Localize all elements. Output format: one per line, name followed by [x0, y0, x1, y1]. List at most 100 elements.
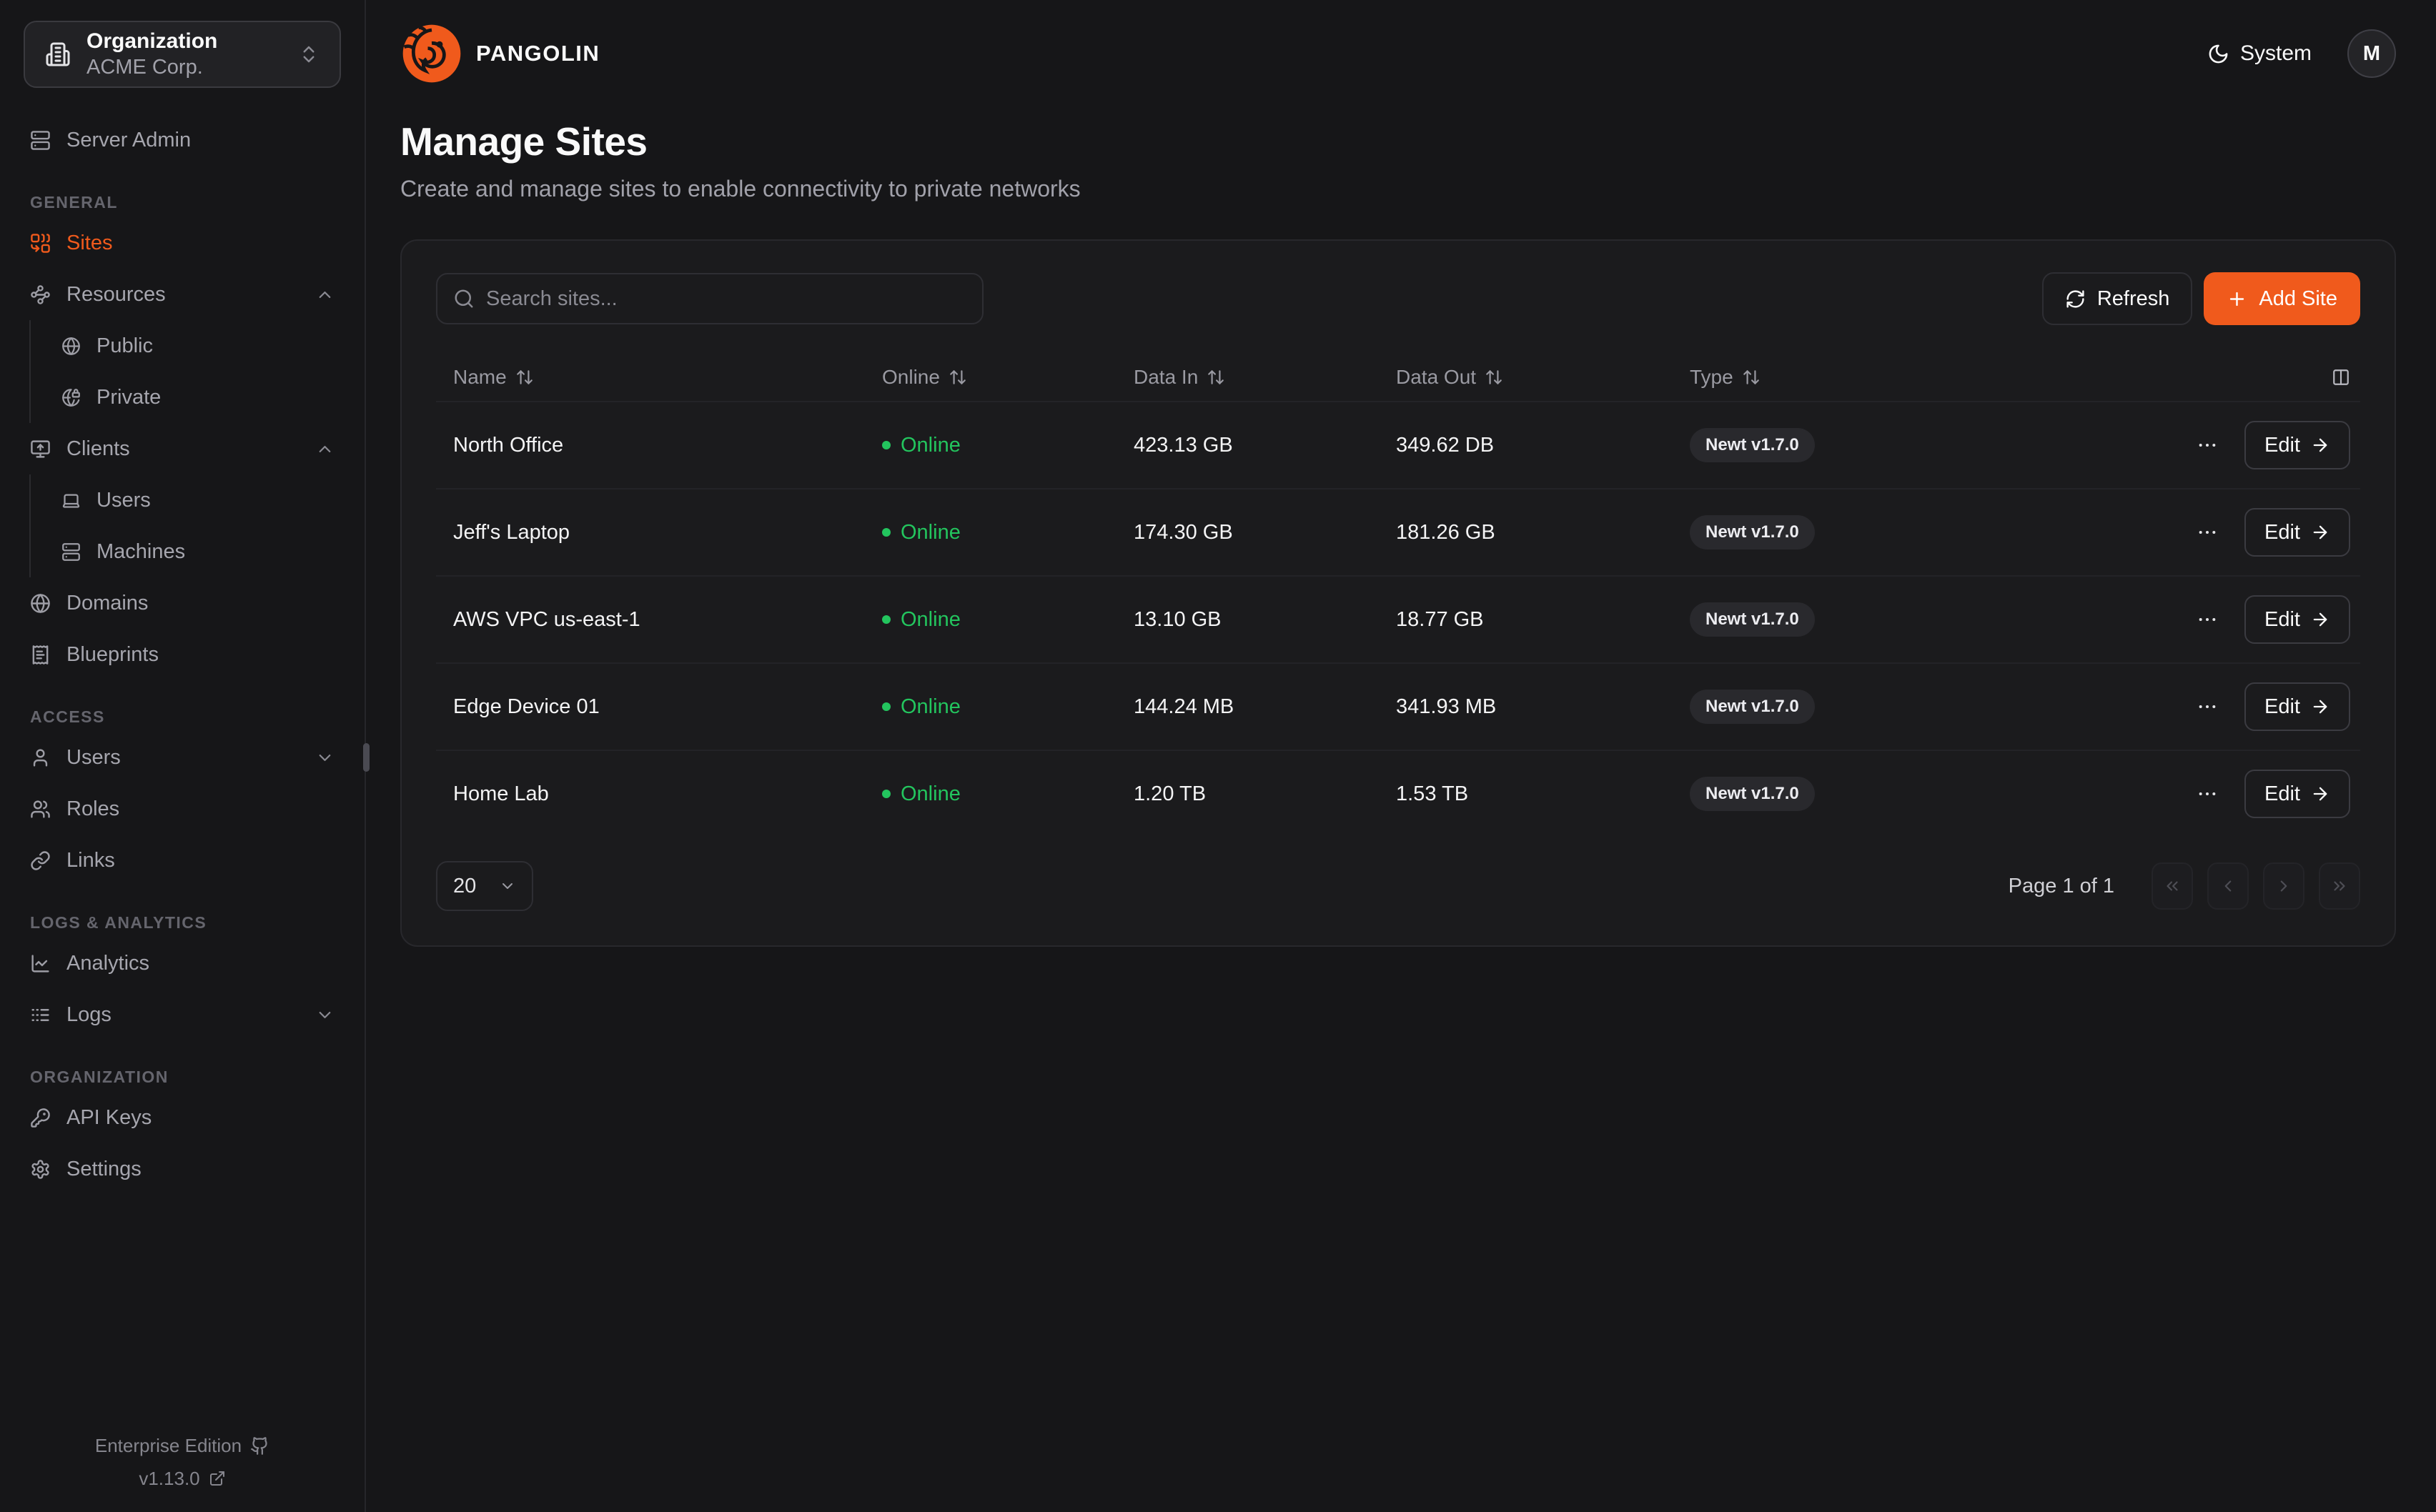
edit-button[interactable]: Edit	[2244, 421, 2350, 469]
avatar[interactable]: M	[2347, 29, 2396, 78]
column-header-online[interactable]: Online	[865, 366, 1116, 389]
link-icon	[30, 850, 51, 871]
receipt-icon	[30, 645, 51, 665]
page-title: Manage Sites	[400, 119, 2396, 164]
type-badge: Newt v1.7.0	[1690, 777, 1815, 811]
chart-line-icon	[30, 953, 51, 974]
section-title-access: ACCESS	[0, 707, 365, 727]
type-badge: Newt v1.7.0	[1690, 515, 1815, 549]
row-menu-icon[interactable]	[2196, 782, 2219, 805]
github-icon[interactable]	[250, 1436, 269, 1456]
column-visibility-control[interactable]	[2123, 368, 2360, 387]
refresh-icon	[2065, 289, 2086, 309]
first-page-button[interactable]	[2152, 862, 2193, 910]
data-in-value: 174.30 GB	[1116, 521, 1379, 544]
type-badge: Newt v1.7.0	[1690, 602, 1815, 637]
monitor-up-icon	[30, 439, 51, 459]
sidebar-item-label: Resources	[66, 283, 166, 307]
table-toolbar: Refresh Add Site	[436, 272, 2360, 325]
add-site-button[interactable]: Add Site	[2204, 272, 2360, 325]
data-in-value: 13.10 GB	[1116, 608, 1379, 632]
sidebar-item-sites[interactable]: Sites	[0, 217, 365, 269]
sidebar-item-users[interactable]: Users	[0, 732, 365, 783]
data-out-value: 1.53 TB	[1379, 782, 1673, 806]
sidebar-item-public[interactable]: Public	[31, 320, 365, 372]
pangolin-logo-icon	[400, 22, 463, 85]
chevron-right-icon	[2274, 877, 2293, 895]
refresh-button[interactable]: Refresh	[2042, 272, 2193, 325]
sites-icon	[30, 233, 51, 254]
sidebar-item-roles[interactable]: Roles	[0, 783, 365, 835]
version-label[interactable]: v1.13.0	[139, 1468, 199, 1490]
site-name: North Office	[436, 434, 865, 457]
table-header-row: Name Online Data In Data Out Type	[436, 354, 2360, 401]
globe-icon	[61, 337, 81, 356]
arrow-right-icon	[2310, 610, 2330, 630]
column-header-type[interactable]: Type	[1673, 366, 2123, 389]
prev-page-button[interactable]	[2207, 862, 2249, 910]
moon-icon	[2207, 43, 2229, 65]
last-page-button[interactable]	[2319, 862, 2360, 910]
sidebar-item-private[interactable]: Private	[31, 372, 365, 423]
refresh-label: Refresh	[2097, 287, 2170, 311]
status-badge: Online	[865, 608, 1116, 632]
row-menu-icon[interactable]	[2196, 695, 2219, 718]
sidebar-nav: Server Admin GENERAL Sites Resources Pub…	[0, 88, 365, 1512]
sidebar-item-settings[interactable]: Settings	[0, 1143, 365, 1195]
edit-button[interactable]: Edit	[2244, 682, 2350, 731]
theme-toggle[interactable]: System	[2207, 41, 2312, 66]
data-out-value: 18.77 GB	[1379, 608, 1673, 632]
key-icon	[30, 1108, 51, 1128]
sort-icon	[1485, 368, 1503, 387]
columns-icon	[2332, 368, 2350, 387]
row-menu-icon[interactable]	[2196, 608, 2219, 631]
data-in-value: 1.20 TB	[1116, 782, 1379, 806]
pagination: 20 Page 1 of 1	[436, 861, 2360, 911]
search-input[interactable]	[486, 287, 966, 311]
org-selector-value: ACME Corp.	[86, 54, 282, 80]
status-badge: Online	[865, 695, 1116, 719]
search-box	[436, 273, 984, 324]
site-name: Edge Device 01	[436, 695, 865, 719]
row-menu-icon[interactable]	[2196, 434, 2219, 457]
sidebar-item-machines[interactable]: Machines	[31, 526, 365, 577]
sidebar-item-client-users[interactable]: Users	[31, 474, 365, 526]
sidebar-resize-handle[interactable]	[363, 743, 370, 772]
edit-button[interactable]: Edit	[2244, 770, 2350, 818]
online-dot	[882, 702, 891, 711]
gear-icon	[30, 1159, 51, 1180]
sidebar-item-logs[interactable]: Logs	[0, 989, 365, 1040]
data-in-value: 423.13 GB	[1116, 434, 1379, 457]
sidebar-item-resources[interactable]: Resources	[0, 269, 365, 320]
column-header-name[interactable]: Name	[436, 366, 865, 389]
sidebar-item-label: Blueprints	[66, 643, 159, 667]
next-page-button[interactable]	[2263, 862, 2304, 910]
sidebar-item-clients[interactable]: Clients	[0, 423, 365, 474]
sidebar-item-server-admin[interactable]: Server Admin	[0, 114, 365, 166]
status-badge: Online	[865, 782, 1116, 806]
sidebar-item-blueprints[interactable]: Blueprints	[0, 629, 365, 680]
edit-button[interactable]: Edit	[2244, 595, 2350, 644]
brand-logo[interactable]: PANGOLIN	[400, 22, 600, 85]
online-dot	[882, 441, 891, 449]
edit-button[interactable]: Edit	[2244, 508, 2350, 557]
server-icon	[61, 542, 81, 562]
sidebar-item-domains[interactable]: Domains	[0, 577, 365, 629]
row-menu-icon[interactable]	[2196, 521, 2219, 544]
sidebar-item-analytics[interactable]: Analytics	[0, 937, 365, 989]
plus-icon	[2227, 289, 2247, 309]
column-header-data-in[interactable]: Data In	[1116, 366, 1379, 389]
table-row: North Office Online 423.13 GB 349.62 DB …	[436, 401, 2360, 488]
page-size-select[interactable]: 20	[436, 861, 533, 911]
logs-icon	[30, 1005, 51, 1025]
sidebar-item-links[interactable]: Links	[0, 835, 365, 886]
page-subtitle: Create and manage sites to enable connec…	[400, 176, 2396, 202]
org-selector[interactable]: Organization ACME Corp.	[24, 21, 341, 88]
sidebar-item-label: Links	[66, 849, 115, 872]
external-link-icon[interactable]	[209, 1470, 226, 1487]
sidebar-item-api-keys[interactable]: API Keys	[0, 1092, 365, 1143]
main-content: PANGOLIN System M Manage Sites Create an…	[366, 0, 2436, 1512]
sidebar: Organization ACME Corp. Server Admin GEN…	[0, 0, 366, 1512]
site-name: Jeff's Laptop	[436, 521, 865, 544]
column-header-data-out[interactable]: Data Out	[1379, 366, 1673, 389]
